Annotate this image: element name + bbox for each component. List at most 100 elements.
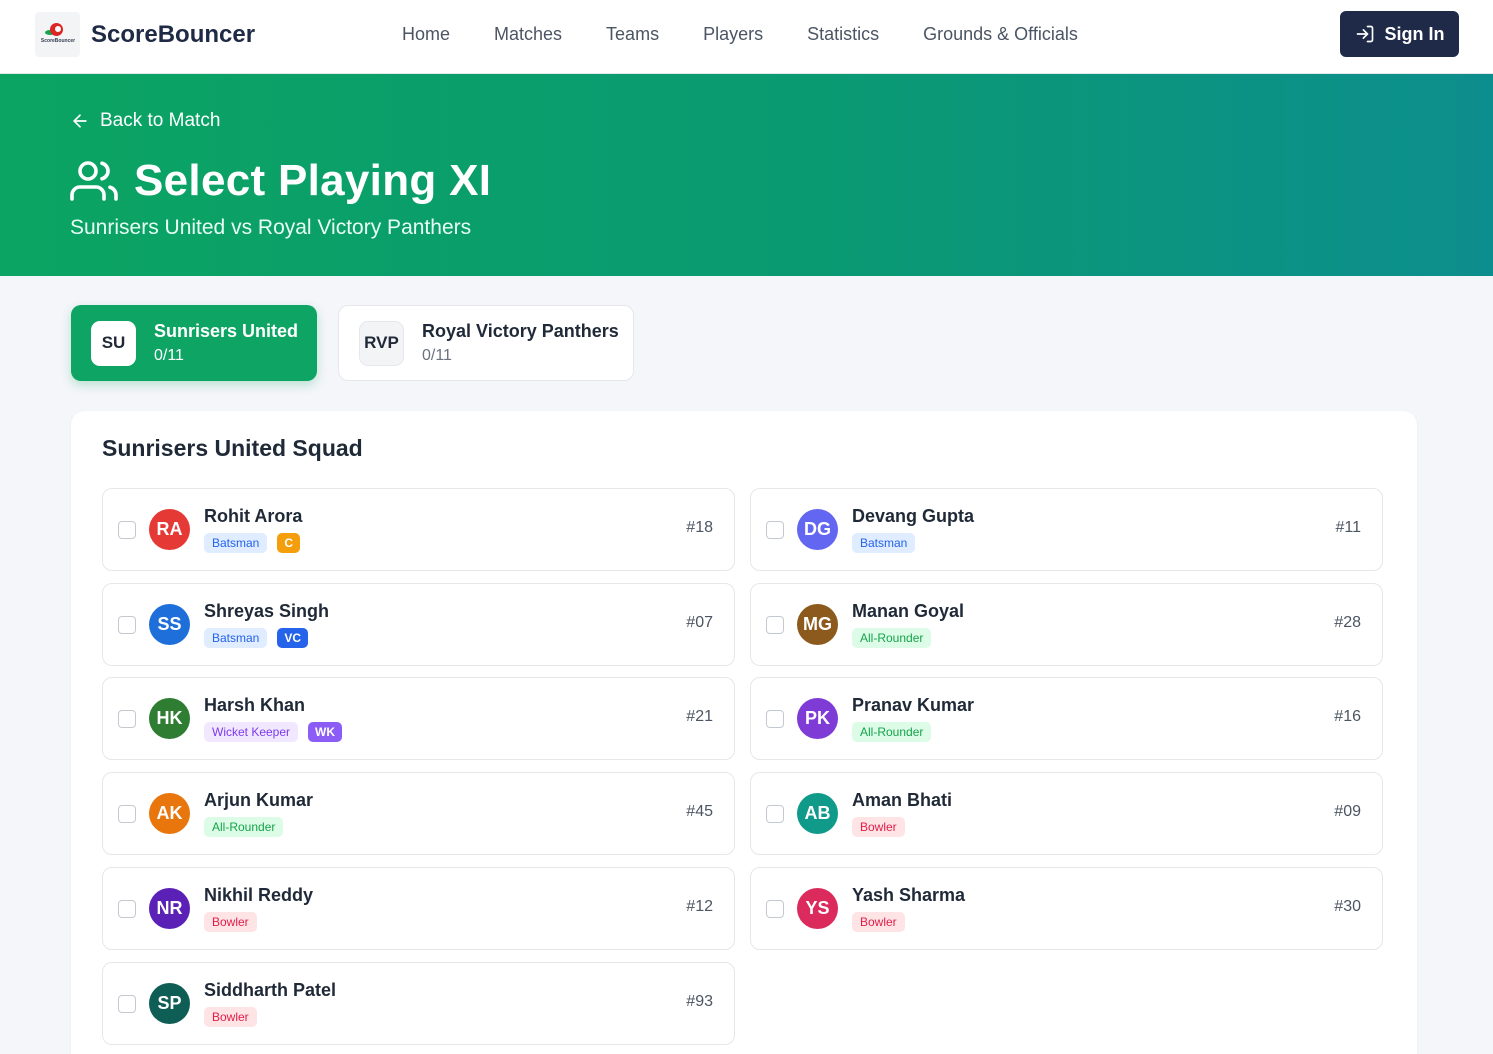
player-card[interactable]: MG Manan Goyal All-Rounder #28 — [750, 583, 1383, 666]
player-name: Manan Goyal — [852, 601, 965, 621]
squad-title: Sunrisers United Squad — [102, 435, 363, 461]
nav-players[interactable]: Players — [703, 22, 763, 46]
users-icon — [70, 161, 118, 201]
player-avatar: YS — [797, 888, 838, 929]
jersey-number: #18 — [686, 519, 713, 536]
player-avatar: DG — [797, 509, 838, 550]
player-card[interactable]: AB Aman Bhati Bowler #09 — [750, 772, 1383, 855]
jersey-number: #28 — [1334, 614, 1361, 631]
role-badge: All-Rounder — [204, 817, 284, 837]
jersey-number: #45 — [686, 803, 713, 820]
team-name: Sunrisers United — [154, 321, 299, 341]
player-name: Rohit Arora — [204, 506, 303, 526]
role-badge: Bowler — [852, 912, 905, 932]
page-title-row: Select Playing XI — [70, 156, 491, 206]
role-badge: Batsman — [204, 533, 268, 553]
role-badge: Bowler — [852, 817, 905, 837]
player-avatar: SP — [149, 983, 190, 1024]
player-checkbox[interactable] — [118, 805, 136, 823]
player-card[interactable]: SS Shreyas Singh Batsman VC #07 — [102, 583, 735, 666]
nav-teams[interactable]: Teams — [606, 22, 659, 46]
player-avatar: HK — [149, 698, 190, 739]
player-name: Aman Bhati — [852, 790, 953, 810]
tab-royal-victory-panthers[interactable]: RVP Royal Victory Panthers 0/11 — [338, 305, 634, 381]
player-checkbox[interactable] — [118, 521, 136, 539]
player-card[interactable]: AK Arjun Kumar All-Rounder #45 — [102, 772, 735, 855]
player-name: Yash Sharma — [852, 885, 966, 905]
player-avatar: AK — [149, 793, 190, 834]
nav-grounds-officials[interactable]: Grounds & Officials — [923, 22, 1078, 46]
role-badge: Wicket Keeper — [204, 722, 299, 742]
player-card[interactable]: NR Nikhil Reddy Bowler #12 — [102, 867, 735, 950]
sign-in-label: Sign In — [1384, 23, 1445, 44]
player-name: Arjun Kumar — [204, 790, 314, 810]
player-card[interactable]: HK Harsh Khan Wicket Keeper WK #21 — [102, 677, 735, 760]
player-name: Shreyas Singh — [204, 601, 330, 621]
player-avatar: MG — [797, 604, 838, 645]
vice-captain-tag: VC — [277, 628, 309, 648]
player-checkbox[interactable] — [766, 900, 784, 918]
jersey-number: #09 — [1334, 803, 1361, 820]
arrow-left-icon — [73, 114, 87, 128]
brand[interactable]: ScoreBouncer ScoreBouncer — [35, 12, 255, 57]
player-avatar: SS — [149, 604, 190, 645]
role-badge: All-Rounder — [852, 628, 932, 648]
player-checkbox[interactable] — [766, 805, 784, 823]
squad-panel: Sunrisers United Squad RA Rohit Arora Ba… — [71, 411, 1417, 1054]
jersey-number: #11 — [1335, 519, 1361, 536]
player-checkbox[interactable] — [766, 616, 784, 634]
brand-logo: ScoreBouncer — [35, 12, 80, 57]
page-title: Select Playing XI — [134, 156, 492, 205]
player-avatar: RA — [149, 509, 190, 550]
back-to-match-link[interactable]: Back to Match — [70, 110, 220, 132]
player-card[interactable]: PK Pranav Kumar All-Rounder #16 — [750, 677, 1383, 760]
player-card[interactable]: SP Siddharth Patel Bowler #93 — [102, 962, 735, 1045]
role-badge: Batsman — [204, 628, 268, 648]
player-checkbox[interactable] — [118, 900, 136, 918]
player-checkbox[interactable] — [118, 995, 136, 1013]
player-card[interactable]: RA Rohit Arora Batsman C #18 — [102, 488, 735, 571]
jersey-number: #30 — [1334, 898, 1361, 915]
sign-in-icon — [1356, 25, 1373, 43]
back-label: Back to Match — [100, 110, 221, 131]
role-badge: Batsman — [852, 533, 916, 553]
role-badge: All-Rounder — [852, 722, 932, 742]
role-badge: Bowler — [204, 912, 257, 932]
jersey-number: #16 — [1334, 708, 1361, 725]
player-name: Devang Gupta — [852, 506, 975, 526]
player-name: Harsh Khan — [204, 695, 306, 715]
selected-count: 0/11 — [154, 347, 184, 364]
nav-home[interactable]: Home — [402, 22, 450, 46]
player-avatar: NR — [149, 888, 190, 929]
captain-tag: C — [277, 533, 301, 553]
player-checkbox[interactable] — [118, 616, 136, 634]
player-checkbox[interactable] — [766, 710, 784, 728]
player-name: Siddharth Patel — [204, 980, 337, 1000]
player-avatar: PK — [797, 698, 838, 739]
team-name: Royal Victory Panthers — [422, 321, 619, 341]
wicket-keeper-tag: WK — [308, 722, 343, 742]
brand-name: ScoreBouncer — [91, 20, 256, 48]
nav-matches[interactable]: Matches — [494, 22, 562, 46]
selected-count: 0/11 — [422, 347, 452, 364]
player-checkbox[interactable] — [766, 521, 784, 539]
nav-statistics[interactable]: Statistics — [807, 22, 879, 46]
team-abbr: SU — [91, 320, 136, 366]
match-subtitle: Sunrisers United vs Royal Victory Panthe… — [70, 216, 472, 239]
player-card[interactable]: DG Devang Gupta Batsman #11 — [750, 488, 1383, 571]
player-checkbox[interactable] — [118, 710, 136, 728]
player-name: Nikhil Reddy — [204, 885, 314, 905]
top-navbar: ScoreBouncer ScoreBouncer Home Matches T… — [0, 0, 1493, 74]
jersey-number: #93 — [686, 993, 713, 1010]
hero-banner: Back to Match Select Playing XI Sunriser… — [0, 74, 1493, 276]
tab-sunrisers-united[interactable]: SU Sunrisers United 0/11 — [71, 305, 317, 381]
main-nav: Home Matches Teams Players Statistics Gr… — [380, 22, 1100, 46]
sign-in-button[interactable]: Sign In — [1340, 11, 1459, 57]
role-badge: Bowler — [204, 1007, 257, 1027]
player-name: Pranav Kumar — [852, 695, 975, 715]
player-avatar: AB — [797, 793, 838, 834]
jersey-number: #07 — [686, 614, 713, 631]
jersey-number: #21 — [686, 708, 713, 725]
jersey-number: #12 — [686, 898, 713, 915]
player-card[interactable]: YS Yash Sharma Bowler #30 — [750, 867, 1383, 950]
